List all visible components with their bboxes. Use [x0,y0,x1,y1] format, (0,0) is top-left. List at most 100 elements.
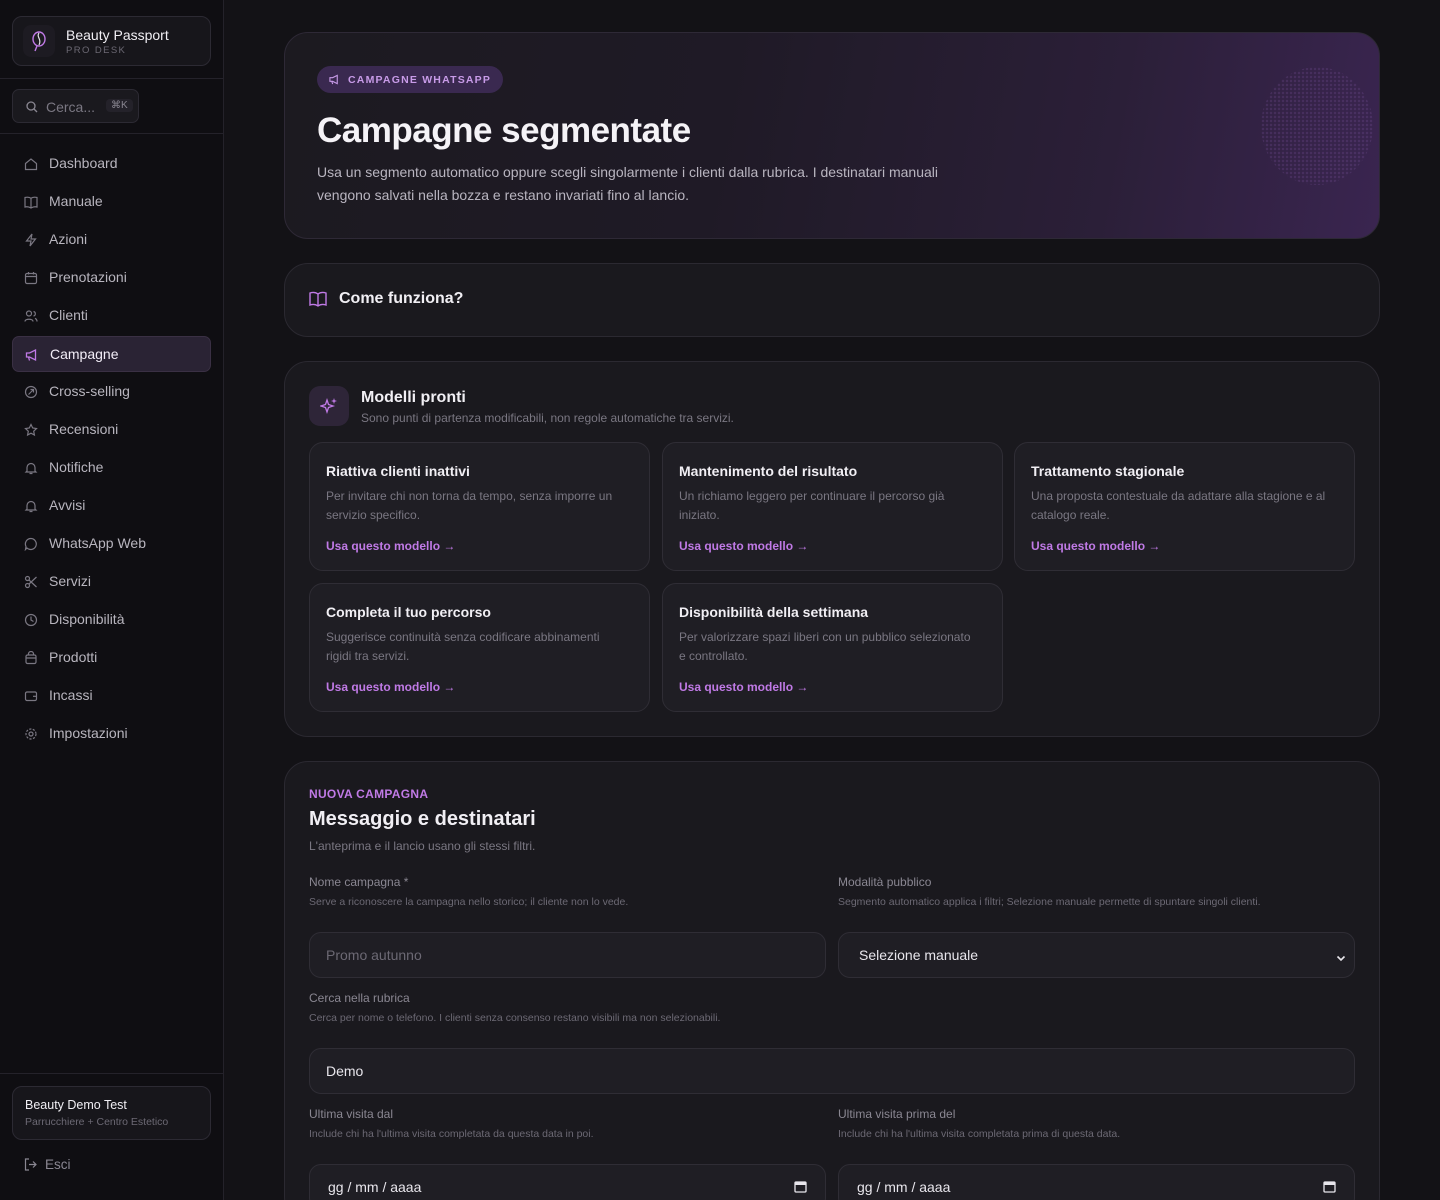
sidebar-item-label: Notifiche [49,459,104,475]
sidebar-item-label: Recensioni [49,421,119,437]
sidebar-item-label: Impostazioni [49,725,128,741]
last-visit-from-date[interactable]: gg / mm / aaaa [309,1164,826,1200]
page-description: Usa un segmento automatico oppure scegli… [317,164,938,203]
bell-icon [24,500,38,513]
sidebar-item-label: Manuale [49,193,103,209]
megaphone-icon [25,348,37,362]
book-icon [309,291,327,312]
search-contacts-help: Cerca per nome o telefono. I clienti sen… [309,1012,721,1024]
scissors-icon [24,575,37,589]
sidebar-item-label: Disponibilità [49,611,125,627]
last-visit-before-label: Ultima visita prima del [838,1107,956,1121]
brand-logo-icon [23,25,55,57]
sidebar-item-servizi[interactable]: Servizi [12,564,211,600]
audience-mode-select[interactable]: Selezione manuale [838,932,1355,978]
audience-mode-label: Modalità pubblico [838,875,932,889]
search-contacts-label: Cerca nella rubrica [309,991,410,1005]
use-template-link[interactable]: Usa questo modello → [1031,539,1160,553]
use-template-link[interactable]: Usa questo modello → [326,680,455,694]
template-description: Un richiamo leggero per continuare il pe… [679,489,945,522]
clock-icon [24,613,38,627]
sidebar-item-avvisi[interactable]: Avvisi [12,488,211,524]
decorative-dots [1261,67,1373,185]
template-description: Suggerisce continuità senza codificare a… [326,630,600,663]
sidebar-item-dashboard[interactable]: Dashboard [12,146,211,182]
sidebar-item-label: Cross-selling [49,383,130,399]
use-template-link[interactable]: Usa questo modello → [679,539,808,553]
sidebar-item-recensioni[interactable]: Recensioni [12,412,211,448]
search-placeholder: Cerca... [46,99,96,115]
sidebar-item-incassi[interactable]: Incassi [12,678,211,714]
gear-icon [25,728,37,740]
template-title: Completa il tuo percorso [326,604,491,620]
search-input[interactable]: Cerca... ⌘K [12,89,139,123]
templates-subtitle: Sono punti di partenza modificabili, non… [361,411,734,425]
template-title: Disponibilità della settimana [679,604,869,620]
bell-icon [24,462,38,475]
template-card: Disponibilità della settimana Per valoriz… [662,583,1003,712]
book-icon [24,196,38,209]
brand-title: Beauty Passport [66,27,169,43]
audience-mode-value: Selezione manuale [859,947,979,963]
last-visit-from-help: Include chi ha l'ultima visita completat… [309,1128,594,1140]
sidebar-item-label: WhatsApp Web [49,535,147,551]
search-icon [26,100,38,118]
template-card: Mantenimento del risultato Un richiamo le… [662,442,1003,571]
divider [0,1073,223,1074]
sidebar-item-prodotti[interactable]: Prodotti [12,640,211,676]
calendar-icon [794,1180,807,1196]
date-placeholder: gg / mm / aaaa [857,1179,951,1195]
section-pill: CAMPAGNE WHATSAPP [317,66,504,93]
sidebar-item-disponibilit[interactable]: Disponibilità [12,602,211,638]
how-it-works-accordion[interactable]: Come funziona? [284,263,1380,337]
use-template-link[interactable]: Usa questo modello → [679,680,808,694]
use-template-link[interactable]: Usa questo modello → [326,539,455,553]
last-visit-from-label: Ultima visita dal [309,1107,394,1121]
logout-icon [24,1158,37,1171]
shortcut-badge: ⌘K [106,99,133,112]
logout-button[interactable]: Esci [24,1157,71,1172]
sidebar-item-manuale[interactable]: Manuale [12,184,211,220]
sidebar-item-azioni[interactable]: Azioni [12,222,211,258]
chevron-down-icon [1336,950,1346,966]
sidebar-item-clienti[interactable]: Clienti [12,298,211,334]
template-title: Trattamento stagionale [1031,463,1185,479]
brand-card[interactable]: Beauty Passport PRO DESK [12,16,211,66]
templates-panel: Modelli pronti Sono punti di partenza mo… [284,361,1380,737]
sidebar-item-cross-selling[interactable]: Cross-selling [12,374,211,410]
users-icon [24,310,38,322]
divider [0,78,223,79]
star-icon [24,423,38,437]
template-card: Riattiva clienti inattivi Per invitare ch… [309,442,650,571]
crosssell-icon [24,385,38,399]
template-card: Completa il tuo percorso Suggerisce conti… [309,583,650,712]
logout-label: Esci [45,1157,71,1172]
wallet-icon [24,691,38,702]
user-card[interactable]: Beauty Demo Test Parrucchiere + Centro E… [12,1086,211,1140]
sidebar-item-label: Azioni [49,231,88,247]
form-title: Messaggio e destinatari [309,808,536,830]
template-description: Una proposta contestuale da adattare all… [1031,489,1326,522]
brand-subtitle: PRO DESK [66,45,127,56]
user-name: Beauty Demo Test [25,1098,127,1112]
campaign-name-input[interactable]: Promo autunno [309,932,826,978]
bolt-icon [25,233,37,247]
sidebar-item-label: Campagne [50,346,119,362]
calendar-icon [24,272,38,285]
sidebar-item-whatsapp-web[interactable]: WhatsApp Web [12,526,211,562]
chat-icon [24,537,37,551]
calendar-icon [1323,1180,1336,1196]
template-card: Trattamento stagionale Una proposta conte… [1014,442,1355,571]
sidebar-item-label: Prenotazioni [49,269,127,285]
sidebar-item-impostazioni[interactable]: Impostazioni [12,716,211,752]
sidebar-item-prenotazioni[interactable]: Prenotazioni [12,260,211,296]
search-contacts-input[interactable]: Demo [309,1048,1355,1094]
sidebar-item-label: Servizi [49,573,92,589]
last-visit-before-date[interactable]: gg / mm / aaaa [838,1164,1355,1200]
sidebar-item-notifiche[interactable]: Notifiche [12,450,211,486]
template-title: Mantenimento del risultato [679,463,858,479]
sidebar-item-label: Prodotti [49,649,98,665]
sidebar-item-campagne[interactable]: Campagne [12,336,211,372]
sidebar-item-label: Avvisi [49,497,86,513]
form-eyebrow: NUOVA CAMPAGNA [309,787,429,801]
